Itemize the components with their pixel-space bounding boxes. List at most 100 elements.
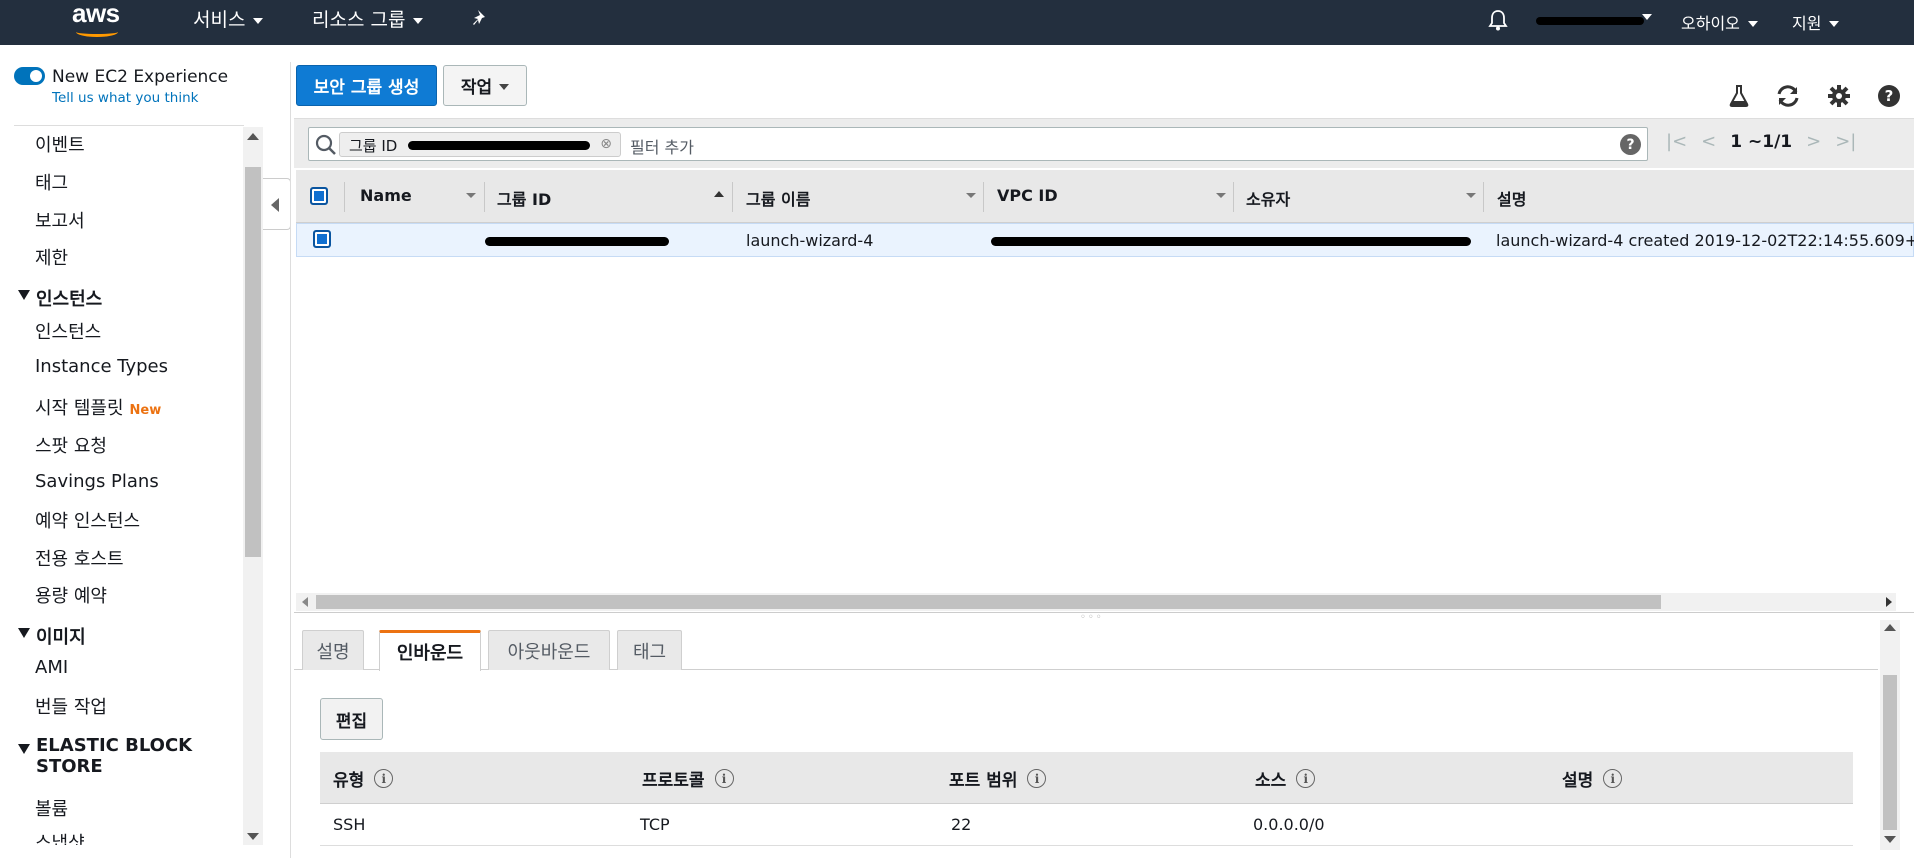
remove-token-icon[interactable]: ⊗: [600, 136, 612, 152]
filter-help-icon[interactable]: ?: [1620, 134, 1641, 155]
sidebar-item-instances[interactable]: 인스턴스: [35, 318, 101, 344]
sort-caret-icon[interactable]: [966, 193, 976, 198]
account-menu-caret[interactable]: [1642, 10, 1652, 20]
table-row[interactable]: launch-wizard-4 launch-wizard-4 created …: [296, 223, 1914, 257]
create-security-group-button[interactable]: 보안 그룹 생성: [296, 65, 437, 106]
sidebar-item-bundle-tasks[interactable]: 번들 작업: [35, 693, 107, 719]
sort-caret-icon[interactable]: [1466, 193, 1476, 198]
aws-logo[interactable]: aws: [72, 0, 120, 29]
support-menu[interactable]: 지원: [1792, 10, 1840, 34]
cell-description: launch-wizard-4 created 2019-12-02T22:14…: [1496, 231, 1914, 250]
sidebar-item-capacity-reservations[interactable]: 용량 예약: [35, 582, 107, 608]
filter-token-group-id[interactable]: 그룹 ID ⊗: [339, 132, 621, 157]
add-filter-placeholder[interactable]: 필터 추가: [630, 134, 694, 158]
info-icon[interactable]: i: [1296, 769, 1316, 788]
column-header-description[interactable]: 설명: [1497, 186, 1526, 210]
section-instances[interactable]: 인스턴스: [18, 285, 102, 311]
section-ebs[interactable]: ELASTIC BLOCK STORE: [18, 735, 218, 777]
pagination: |< < 1 ~1/1 > >|: [1666, 131, 1856, 152]
region-menu[interactable]: 오하이오: [1681, 10, 1758, 34]
column-header-vpc-id[interactable]: VPC ID: [997, 186, 1058, 205]
chevron-down-icon: [499, 84, 510, 90]
info-icon[interactable]: i: [374, 769, 394, 788]
sidebar-item-launch-templates[interactable]: 시작 템플릿 New: [35, 394, 161, 420]
collapse-sidebar-button[interactable]: [263, 178, 291, 230]
info-icon[interactable]: i: [1603, 769, 1623, 788]
support-label: 지원: [1792, 14, 1822, 33]
section-images[interactable]: 이미지: [18, 623, 86, 649]
sidebar-item-events[interactable]: 이벤트: [35, 131, 85, 157]
filter-search-input[interactable]: 그룹 ID ⊗ 필터 추가 ?: [308, 127, 1648, 161]
sidebar-item-snapshots[interactable]: 스냅샷: [35, 829, 85, 845]
cell-group-name: launch-wizard-4: [746, 231, 874, 250]
feedback-link[interactable]: Tell us what you think: [52, 90, 198, 106]
resize-handle-icon[interactable]: ◦◦◦: [1080, 612, 1104, 623]
next-page-icon[interactable]: >: [1806, 131, 1821, 152]
services-menu[interactable]: 서비스: [193, 5, 264, 32]
column-header-rule-description: 설명 i: [1562, 766, 1623, 791]
flask-icon[interactable]: [1725, 82, 1753, 110]
inbound-rule-row: SSH TCP 22 0.0.0.0/0: [320, 804, 1853, 846]
details-vertical-scrollbar[interactable]: [1880, 620, 1900, 850]
edit-button[interactable]: 편집: [320, 698, 383, 740]
column-header-group-name[interactable]: 그룹 이름: [746, 186, 810, 210]
first-page-icon[interactable]: |<: [1666, 131, 1687, 152]
expand-triangle-icon: [18, 744, 30, 754]
tab-tags[interactable]: 태그: [617, 630, 682, 670]
column-header-group-id[interactable]: 그룹 ID: [497, 186, 551, 210]
scroll-down-arrow-icon[interactable]: [247, 833, 259, 840]
column-header-name[interactable]: Name: [360, 186, 412, 205]
refresh-icon[interactable]: [1774, 82, 1802, 110]
inbound-rules-header: 유형 i 프로토콜 i 포트 범위 i 소스 i 설명 i: [320, 752, 1853, 804]
tab-outbound[interactable]: 아웃바운드: [488, 630, 610, 670]
sidebar-item-volumes[interactable]: 볼륨: [35, 795, 68, 821]
row-checkbox[interactable]: [313, 230, 331, 248]
sidebar-item-spot-requests[interactable]: 스팟 요청: [35, 432, 107, 458]
select-all-checkbox[interactable]: [310, 187, 328, 205]
scroll-up-arrow-icon[interactable]: [1884, 624, 1896, 631]
prev-page-icon[interactable]: <: [1701, 131, 1716, 152]
expand-triangle-icon: [18, 290, 30, 300]
sidebar-scrollbar[interactable]: [243, 127, 263, 845]
settings-icon[interactable]: [1825, 82, 1853, 110]
scrollbar-thumb[interactable]: [245, 167, 261, 557]
column-divider: [344, 182, 345, 212]
sidebar-item-dedicated-hosts[interactable]: 전용 호스트: [35, 545, 124, 571]
sidebar-item-reserved-instances[interactable]: 예약 인스턴스: [35, 507, 140, 533]
table-horizontal-scrollbar[interactable]: [296, 593, 1896, 611]
redacted-group-id: [408, 141, 590, 150]
sort-ascending-icon[interactable]: [714, 191, 724, 197]
scrollbar-thumb[interactable]: [316, 595, 1661, 609]
scroll-down-arrow-icon[interactable]: [1884, 836, 1896, 843]
bell-icon[interactable]: [1488, 9, 1508, 31]
column-header-owner[interactable]: 소유자: [1246, 186, 1290, 210]
scroll-left-arrow-icon[interactable]: [302, 597, 308, 607]
tab-description[interactable]: 설명: [302, 630, 364, 670]
info-icon[interactable]: i: [714, 769, 734, 788]
section-instances-label: 인스턴스: [36, 289, 103, 310]
sort-caret-icon[interactable]: [1216, 193, 1226, 198]
sort-caret-icon[interactable]: [466, 193, 476, 198]
info-icon[interactable]: i: [1027, 769, 1047, 788]
sidebar-item-reports[interactable]: 보고서: [35, 207, 85, 233]
column-divider: [1483, 182, 1484, 212]
sidebar-item-instance-types[interactable]: Instance Types: [35, 356, 168, 377]
help-icon[interactable]: ?: [1875, 82, 1903, 110]
scrollbar-thumb[interactable]: [1883, 675, 1897, 830]
last-page-icon[interactable]: >|: [1835, 131, 1856, 152]
protocol-label: 프로토콜: [642, 771, 705, 791]
pin-icon[interactable]: [472, 9, 490, 27]
redacted-account-name: [1536, 17, 1644, 25]
new-experience-toggle[interactable]: [14, 67, 45, 85]
sidebar-item-limits[interactable]: 제한: [35, 244, 68, 270]
sidebar-item-savings-plans[interactable]: Savings Plans: [35, 471, 159, 492]
sidebar-item-ami[interactable]: AMI: [35, 657, 68, 678]
security-groups-table-header: Name 그룹 ID 그룹 이름 VPC ID 소유자 설명: [296, 170, 1914, 223]
scroll-right-arrow-icon[interactable]: [1886, 597, 1892, 607]
expand-triangle-icon: [18, 628, 30, 638]
resource-groups-menu[interactable]: 리소스 그룹: [312, 5, 424, 32]
sidebar-item-tags[interactable]: 태그: [35, 169, 68, 195]
tab-inbound[interactable]: 인바운드: [379, 630, 481, 671]
scroll-up-arrow-icon[interactable]: [247, 133, 259, 140]
actions-button[interactable]: 작업: [443, 65, 527, 106]
